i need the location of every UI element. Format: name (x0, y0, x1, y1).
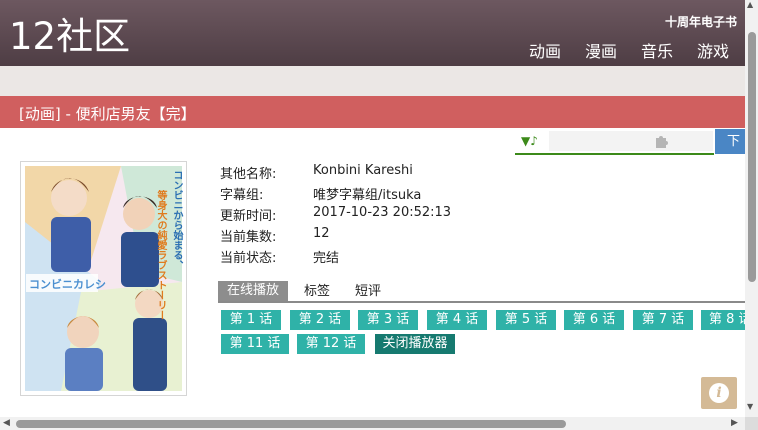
scroll-up-icon[interactable]: ▲ (747, 0, 753, 9)
close-player-button[interactable]: 关闭播放器 (375, 334, 455, 354)
music-toggle-icon[interactable]: ▼♪ (521, 134, 538, 148)
vertical-scroll-thumb[interactable] (748, 32, 756, 282)
episode-button[interactable]: 第 4 话 (427, 310, 487, 330)
nav-item-games[interactable]: 游戏 (697, 38, 729, 62)
info-label: 字幕组: (220, 188, 264, 203)
info-value: 2017-10-23 20:52:13 (313, 205, 452, 220)
plugin-placeholder (549, 131, 713, 151)
episode-button[interactable]: 第 2 话 (290, 310, 350, 330)
puzzle-icon (653, 132, 671, 154)
site-logo[interactable]: 12社区 (9, 14, 130, 60)
nav-item-anime[interactable]: 动画 (529, 38, 561, 62)
tab-online-play[interactable]: 在线播放 (218, 281, 289, 301)
tab-reviews[interactable]: 短评 (355, 282, 381, 301)
episode-button[interactable]: 第 12 话 (297, 334, 365, 354)
info-value: Konbini Kareshi (313, 163, 413, 178)
music-player: ▼♪ (515, 131, 714, 155)
episode-button[interactable]: 第 11 话 (221, 334, 289, 354)
info-label: 其他名称: (220, 167, 277, 182)
content-tabs: 在线播放 标签 短评 (218, 281, 745, 303)
episode-button[interactable]: 第 6 话 (564, 310, 624, 330)
scroll-down-icon[interactable]: ▼ (747, 402, 753, 411)
episode-button[interactable]: 第 8 话 (701, 310, 745, 330)
tab-tags[interactable]: 标签 (304, 282, 330, 301)
sub-header-band (0, 66, 745, 96)
episode-button[interactable]: 第 7 话 (633, 310, 693, 330)
info-value: 唯梦字幕组/itsuka (313, 188, 422, 203)
page-title: [动画] - 便利店男友【完】 (19, 105, 196, 123)
site-header: 12社区 十周年电子书 动画 漫画 音乐 游戏 (0, 0, 745, 66)
poster-image: コンビニカレシ コンビニから始まる、 等身大の純愛ラブストーリー (20, 161, 187, 396)
episode-button[interactable]: 第 1 话 (221, 310, 281, 330)
episode-button[interactable]: 第 5 话 (496, 310, 556, 330)
poster-tagline-1: コンビニから始まる、 (171, 170, 182, 270)
nav-item-manga[interactable]: 漫画 (585, 38, 617, 62)
scroll-left-icon[interactable]: ◀ (3, 418, 10, 428)
horizontal-scroll-thumb[interactable] (16, 420, 566, 428)
horizontal-scrollbar[interactable]: ◀ ▶ (0, 417, 745, 430)
info-value: 12 (313, 226, 330, 241)
ebook-link[interactable]: 十周年电子书 (665, 13, 737, 30)
nav-item-music[interactable]: 音乐 (641, 38, 673, 62)
scrollbar-corner (745, 417, 758, 430)
info-label: 当前集数: (220, 230, 277, 245)
vertical-scrollbar[interactable]: ▲ ▼ (745, 0, 758, 417)
info-icon: i (709, 383, 729, 403)
info-label: 当前状态: (220, 251, 277, 266)
poster-tagline-2: 等身大の純愛ラブストーリー (155, 190, 166, 320)
info-value: 完结 (313, 251, 340, 266)
episode-button[interactable]: 第 3 话 (358, 310, 418, 330)
title-bar: [动画] - 便利店男友【完】 (0, 96, 745, 128)
scroll-right-icon[interactable]: ▶ (731, 418, 738, 428)
info-label: 更新时间: (220, 209, 277, 224)
main-nav: 动画 漫画 音乐 游戏 (529, 38, 729, 62)
poster-logo-text: コンビニカレシ (29, 278, 106, 291)
info-button[interactable]: i (701, 377, 737, 409)
